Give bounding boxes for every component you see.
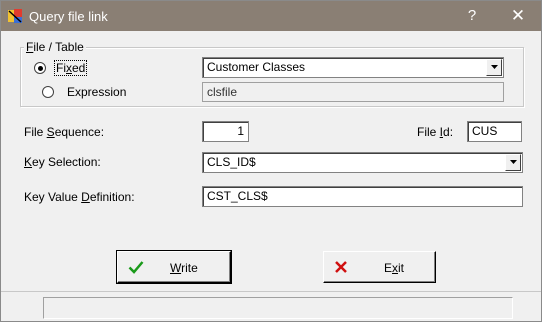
file-id-input[interactable]: CUS — [467, 121, 522, 142]
query-file-link-window: Query file link ? ✕ File / Table Fixed C… — [0, 0, 542, 322]
fixed-file-value: Customer Classes — [207, 60, 306, 74]
status-panel — [43, 297, 513, 319]
app-icon — [8, 9, 22, 23]
fixed-label-focus: Fixed — [53, 60, 88, 76]
chevron-down-icon — [510, 160, 517, 164]
radio-selected-dot — [37, 65, 43, 71]
window-title: Query file link — [29, 9, 108, 24]
key-selection-dropdown-button[interactable] — [505, 154, 521, 171]
file-table-group-label: File / Table — [24, 40, 86, 54]
key-value-definition-input[interactable]: CST_CLS$ — [202, 186, 523, 207]
expression-radio[interactable] — [42, 86, 54, 98]
expression-radio-label[interactable]: Expression — [67, 85, 126, 99]
close-button[interactable]: ✕ — [495, 1, 541, 31]
file-sequence-input[interactable]: 1 — [202, 121, 249, 142]
help-button[interactable]: ? — [449, 1, 495, 31]
status-bar — [1, 291, 541, 321]
fixed-file-dropdown-button[interactable] — [486, 59, 502, 76]
write-button-label: Write — [170, 261, 198, 275]
fixed-radio[interactable] — [34, 62, 46, 74]
close-icon: ✕ — [510, 6, 526, 25]
exit-button[interactable]: Exit — [323, 251, 436, 283]
expression-field[interactable]: clsfile — [202, 82, 504, 102]
key-selection-select[interactable]: CLS_ID$ — [202, 152, 523, 173]
key-value-definition-label: Key Value Definition: — [24, 190, 135, 204]
file-sequence-label: File Sequence: — [24, 125, 105, 139]
fixed-radio-label[interactable]: Fixed — [53, 60, 88, 76]
write-button[interactable]: Write — [116, 250, 232, 284]
file-id-label: File Id: — [417, 125, 454, 139]
title-bar[interactable]: Query file link ? ✕ — [1, 1, 541, 31]
exit-button-label: Exit — [384, 261, 405, 275]
help-icon: ? — [467, 7, 477, 24]
chevron-down-icon — [491, 65, 498, 69]
x-icon — [335, 261, 347, 273]
key-selection-label: Key Selection: — [24, 155, 101, 169]
fixed-file-select[interactable]: Customer Classes — [202, 57, 504, 78]
checkmark-icon — [128, 261, 144, 274]
key-selection-value: CLS_ID$ — [207, 155, 256, 169]
